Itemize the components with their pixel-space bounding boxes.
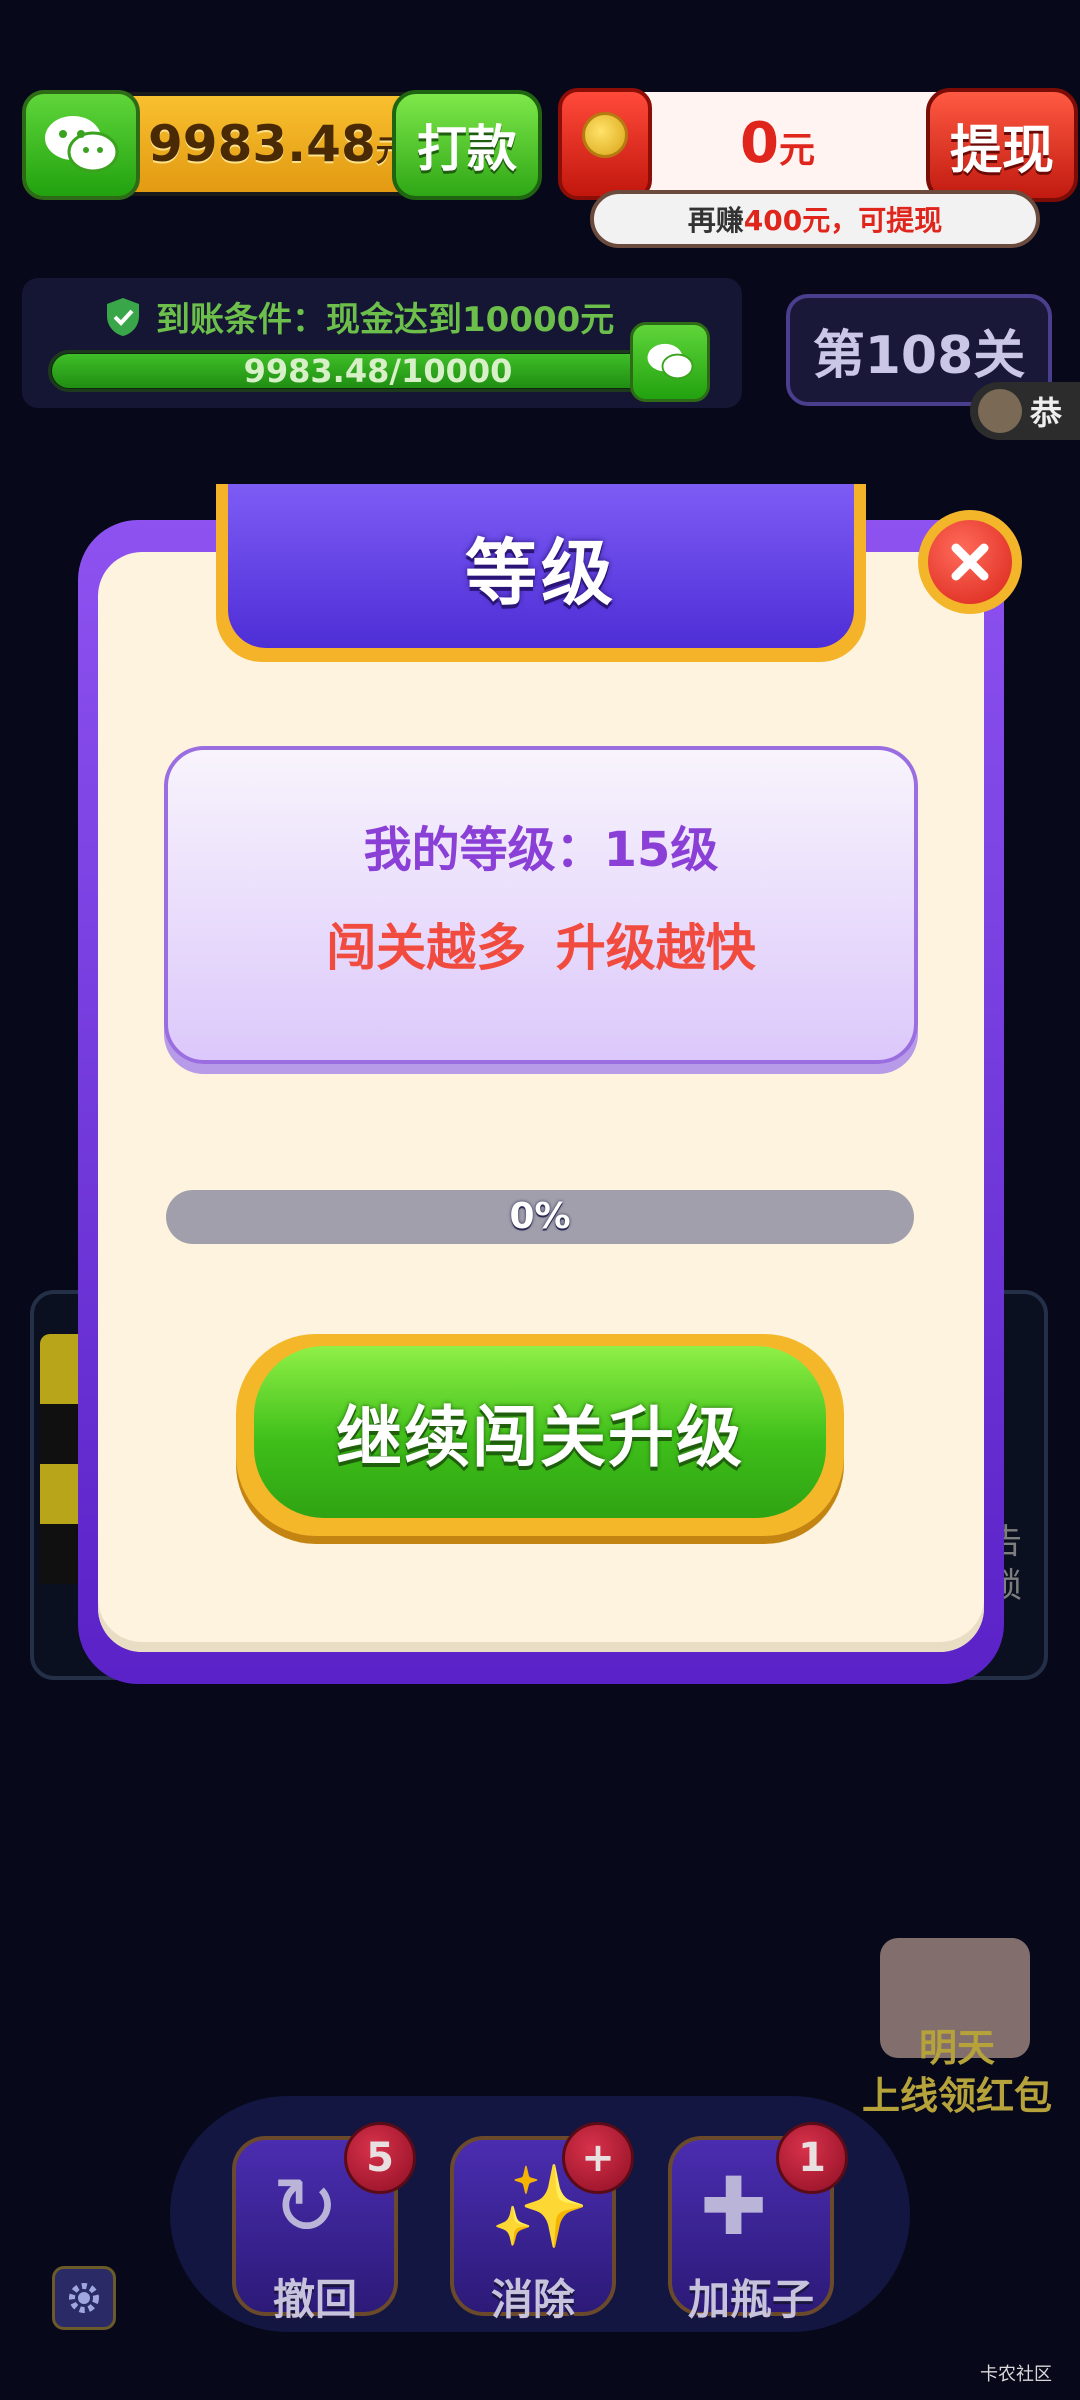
undo-count-badge: 5 (344, 2122, 416, 2194)
level-progress-text: 0% (509, 1196, 571, 1237)
modal-title: 等级 (464, 530, 617, 615)
wechat-icon (22, 90, 140, 200)
level-slogan: 闯关越多 升级越快 (326, 919, 756, 977)
continue-upgrade-label: 继续闯关升级 (336, 1399, 744, 1476)
cash-amount: 9983.48元 (148, 115, 406, 173)
my-level-text: 我的等级：15级 (363, 822, 719, 878)
add-bottle-label: 加瓶子 (687, 2275, 814, 2324)
add-bottle-count-badge: 1 (776, 2122, 848, 2194)
avatar (978, 389, 1022, 433)
tomorrow-reward-text[interactable]: 明天 上线领红包 (842, 2024, 1072, 2120)
continue-upgrade-button[interactable]: 继续闯关升级 (254, 1346, 826, 1518)
cash-progress-text: 9983.48/10000 (243, 352, 513, 390)
undo-label: 撤回 (272, 2275, 357, 2324)
eliminate-add-badge: + (562, 2122, 634, 2194)
coin-icon (582, 112, 628, 158)
add-bottle-icon: ✚ (700, 2160, 768, 2253)
pay-button[interactable]: 打款 (392, 90, 542, 200)
eliminate-label: 消除 (490, 2275, 575, 2324)
notice-chip[interactable]: 恭 (970, 382, 1080, 440)
close-icon (928, 520, 1012, 604)
level-info-card (164, 746, 918, 1064)
watermark: 卡农社区 (980, 2364, 1052, 2385)
earn-more-tip: 再赚 400元 ，可提现 (590, 190, 1040, 248)
condition-text: 到账条件：现金达到10000元 (156, 300, 615, 340)
modal-header: 等级 (228, 484, 854, 648)
undo-icon: ↻ (272, 2160, 340, 2253)
shield-check-icon (104, 296, 142, 338)
close-button[interactable] (918, 510, 1022, 614)
wechat-small-icon (630, 322, 710, 402)
gear-icon (69, 2283, 99, 2313)
settings-button[interactable] (52, 2266, 116, 2330)
withdraw-button[interactable]: 提现 (926, 88, 1078, 202)
redpacket-amount: 0元 (740, 111, 815, 176)
